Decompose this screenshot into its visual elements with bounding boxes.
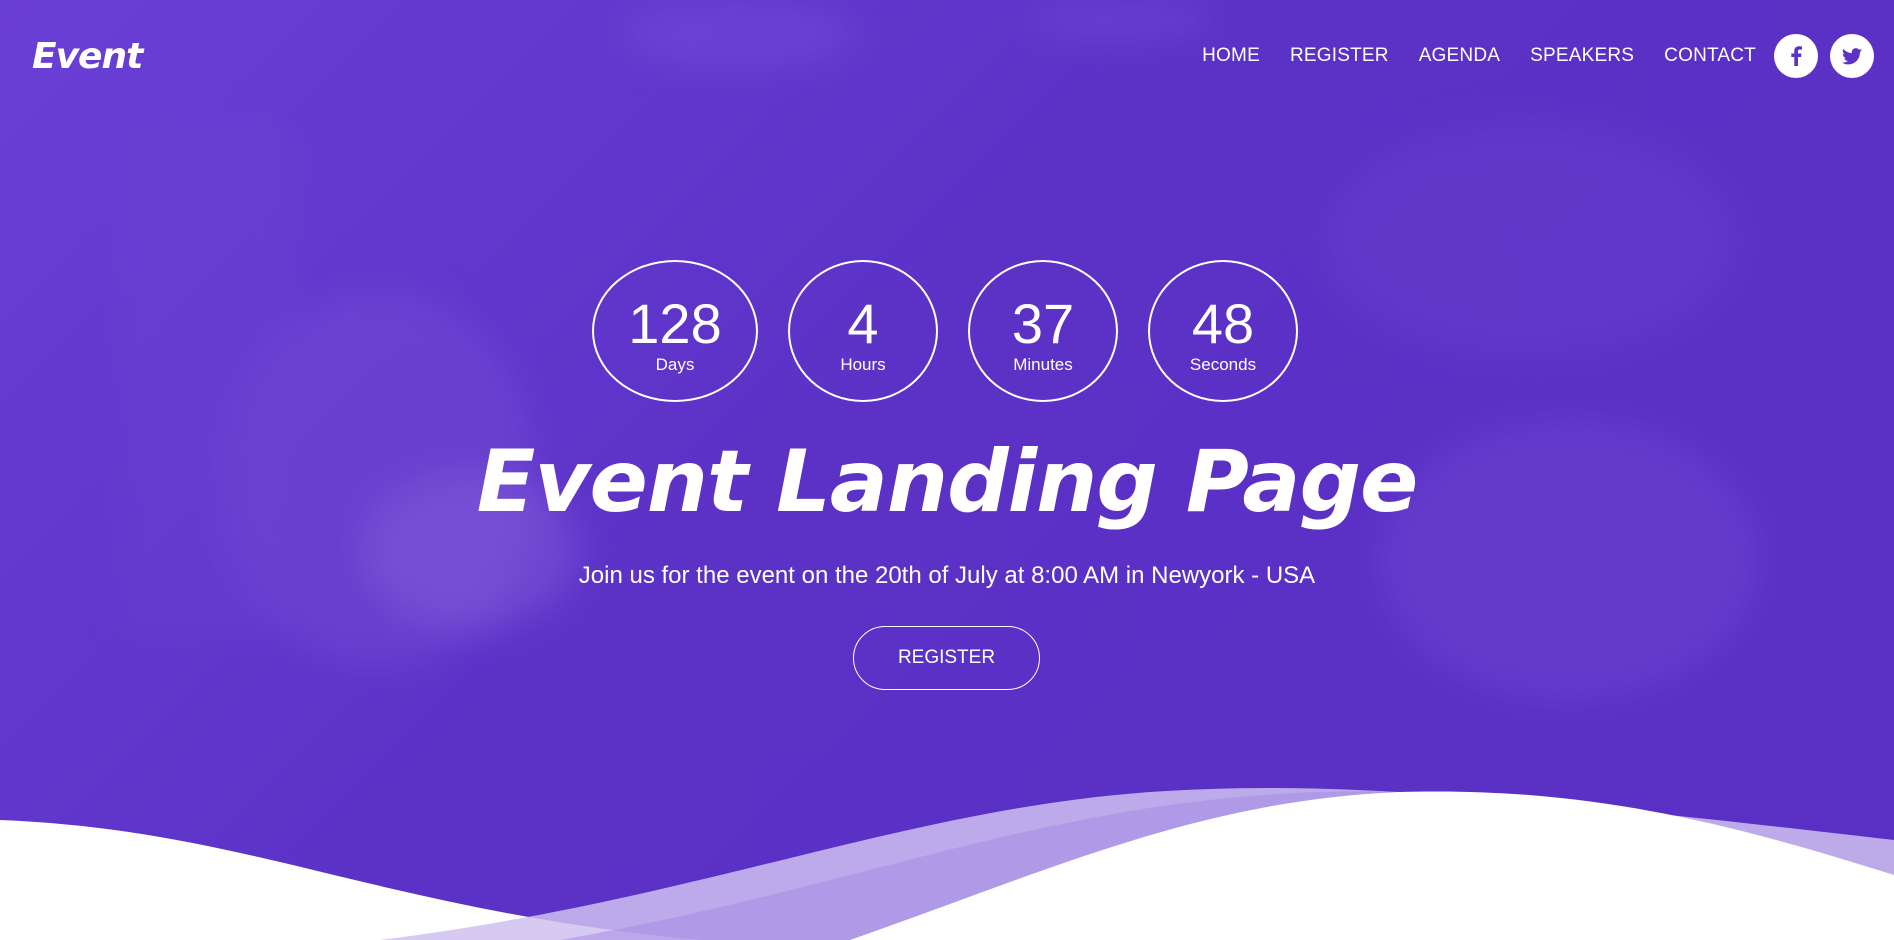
countdown-label: Minutes bbox=[1013, 355, 1073, 374]
countdown-days: 128 Days bbox=[592, 260, 758, 402]
nav-agenda[interactable]: AGENDA bbox=[1419, 45, 1500, 67]
background-blur-shape bbox=[1320, 120, 1740, 360]
twitter-icon bbox=[1842, 47, 1862, 64]
nav-speakers[interactable]: SPEAKERS bbox=[1530, 45, 1634, 67]
countdown-timer: 128 Days 4 Hours 37 Minutes 48 Seconds bbox=[592, 260, 1298, 402]
countdown-minutes: 37 Minutes bbox=[968, 260, 1118, 402]
register-button[interactable]: REGISTER bbox=[853, 626, 1040, 690]
countdown-value: 4 bbox=[847, 292, 879, 355]
countdown-value: 37 bbox=[1011, 292, 1075, 355]
countdown-hours: 4 Hours bbox=[788, 260, 938, 402]
facebook-icon bbox=[1791, 46, 1802, 66]
site-logo[interactable]: Event bbox=[32, 36, 143, 77]
background-blur-shape bbox=[620, 0, 860, 70]
nav-register[interactable]: REGISTER bbox=[1290, 45, 1389, 67]
nav-home[interactable]: HOME bbox=[1202, 45, 1260, 67]
countdown-label: Seconds bbox=[1189, 355, 1257, 374]
bottom-wave-decoration bbox=[0, 787, 1894, 940]
countdown-label: Hours bbox=[840, 355, 886, 374]
countdown-value: 128 bbox=[628, 292, 722, 355]
nav-contact[interactable]: CONTACT bbox=[1664, 45, 1756, 67]
twitter-button[interactable] bbox=[1830, 34, 1874, 78]
hero-section: Event HOME REGISTER AGENDA SPEAKERS CONT… bbox=[0, 0, 1894, 940]
countdown-seconds: 48 Seconds bbox=[1148, 260, 1298, 402]
countdown-value: 48 bbox=[1191, 292, 1255, 355]
main-nav: HOME REGISTER AGENDA SPEAKERS CONTACT bbox=[1172, 34, 1874, 78]
facebook-button[interactable] bbox=[1774, 34, 1818, 78]
page-title: Event Landing Page bbox=[476, 432, 1419, 532]
event-subtitle: Join us for the event on the 20th of Jul… bbox=[578, 562, 1316, 589]
countdown-label: Days bbox=[655, 355, 695, 374]
